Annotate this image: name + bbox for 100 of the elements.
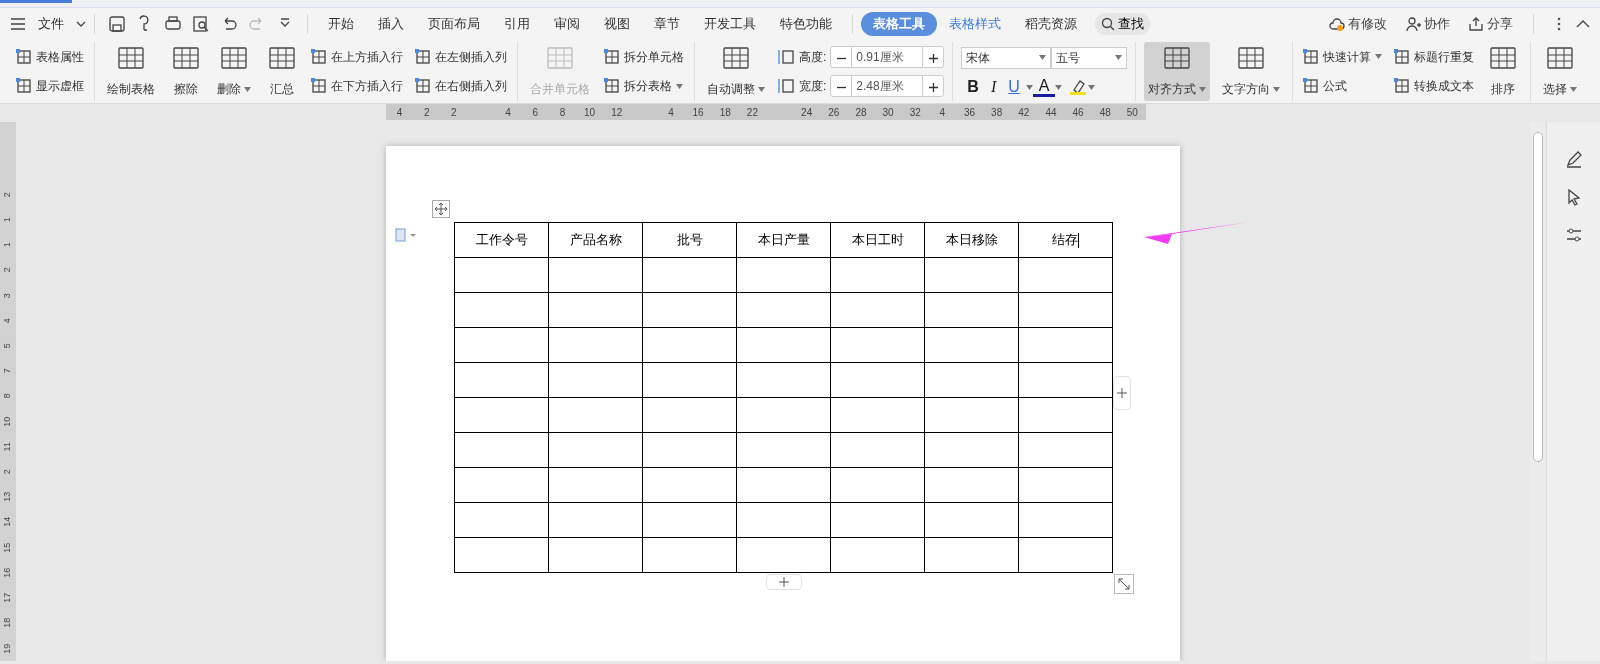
increase-button[interactable] [922,45,945,68]
share-icon [1468,16,1484,32]
resize-icon [777,77,795,96]
menu-tab[interactable]: 特色功能 [768,12,844,36]
ribbon-button[interactable]: 公式 [1301,76,1385,97]
plus-icon [1117,388,1127,398]
highlighter-icon[interactable] [1068,78,1089,96]
print-icon[interactable] [164,15,182,33]
ribbon-button[interactable]: 显示虚框 [14,76,86,97]
move-handle-icon[interactable] [432,200,450,218]
ribbon-button[interactable]: 转换成文本 [1392,76,1477,97]
person-icon [1405,16,1421,32]
table-header-cell: 本日移除 [924,222,1019,258]
table-icon [1303,78,1320,95]
ribbon-button[interactable]: 自动调整 [703,42,769,101]
table-icon [415,48,431,65]
ribbon-button[interactable]: 拆分表格 [602,76,686,97]
font-dropdown[interactable]: 宋体 [961,46,1052,69]
ribbon-button[interactable]: 快速计算 [1301,46,1385,67]
print-preview-icon[interactable] [192,15,210,33]
table-icon [1303,48,1320,65]
table-header-cell: 本日工时 [830,222,925,258]
table-icon [16,48,32,65]
caret-icon [1025,84,1033,90]
menu-tab[interactable]: 章节 [642,12,692,36]
increase-button[interactable] [922,75,945,98]
table-icon [604,48,620,65]
resize-icon [777,47,795,66]
caret-icon [676,83,683,89]
save-icon[interactable] [108,15,126,33]
table-header-cell: 批号 [642,222,737,258]
caret-icon [1039,55,1047,60]
caret-icon [1375,54,1383,60]
menu-tab[interactable]: 视图 [592,12,642,36]
table-header-cell: 产品名称 [548,222,643,258]
number-input[interactable]: 2.48厘米 [852,75,923,98]
ribbon-button[interactable]: 表格属性 [14,46,86,67]
caret-icon [1088,84,1096,90]
number-input[interactable]: 0.91厘米 [852,45,923,68]
resize-handle-icon[interactable] [1114,574,1134,594]
ribbon-button[interactable]: 删除 [213,42,255,101]
ribbon-button[interactable]: 标题行重复 [1392,46,1477,67]
field-label: 高度: [799,48,827,66]
scrollbar[interactable] [1530,122,1546,661]
menu-tab[interactable]: 引用 [492,12,542,36]
ribbon-button[interactable]: 擦除 [167,42,205,101]
ribbon-button[interactable]: 排序 [1484,42,1523,101]
status-button[interactable]: 有修改 [1323,13,1393,35]
table-header-cell: 工作令号 [454,222,549,258]
table-icon [16,78,32,95]
horizontal-ruler: 4 2 2 4 6 8 10 12 4 16 18 22 24 26 28 30 32 4 36 38 42 44 46 48 50 [386,104,1146,120]
italic-button[interactable]: I [984,79,1003,95]
ribbon-button[interactable]: 在上方插入行 [309,46,405,67]
ribbon-button[interactable]: 拆分单元格 [602,46,686,67]
field-label: 宽度: [799,78,827,96]
table-icon [604,78,620,95]
menu-tab[interactable]: 开始 [316,12,366,36]
collapse-icon[interactable] [1576,19,1590,29]
menu-tab[interactable]: 表格样式 [937,12,1013,36]
caret-icon [758,86,765,92]
menu-tab[interactable]: 审阅 [542,12,592,36]
ribbon-button[interactable]: 绘制表格 [103,42,159,101]
ribbon-button[interactable]: 在右侧插入列 [413,76,509,97]
pen-icon[interactable] [1564,150,1583,168]
search-icon [1101,17,1115,31]
menu-tab[interactable]: 页面布局 [416,12,492,36]
file-menu[interactable]: 文件 [26,12,76,36]
menu-tab[interactable]: 稻壳资源 [1013,12,1089,36]
caret-icon [1055,84,1063,90]
menu-tab[interactable]: 插入 [366,12,416,36]
plus-icon [928,53,938,63]
cloud-icon [1329,16,1345,32]
table-icon [311,78,327,95]
vertical-ruler: 2 1 1 2 3 4 5 7 8 10 11 2 13 14 15 16 17 18 19 [0,122,16,661]
search-button[interactable]: 查找 [1095,13,1150,35]
ribbon-button[interactable]: 选择 [1539,42,1582,101]
table-icon [1394,78,1411,95]
ribbon-button[interactable]: 文字方向 [1218,42,1285,101]
underline-button[interactable]: U [1002,79,1026,95]
ribbon-button[interactable]: 汇总 [263,42,301,101]
chevron-down-icon[interactable] [76,20,86,28]
ribbon-button[interactable]: 在下方插入行 [309,76,405,97]
caret-icon [1199,86,1207,92]
more-options-icon[interactable] [1556,16,1562,32]
font-color-button[interactable]: A [1032,77,1056,97]
plus-icon [779,577,789,587]
bold-button[interactable]: B [961,79,985,95]
plus-icon [928,83,938,93]
menu-icon[interactable] [10,17,26,31]
share-button[interactable]: 分享 [1462,13,1519,35]
ribbon-button[interactable]: 在左侧插入列 [413,46,509,67]
collaborate-button[interactable]: 协作 [1399,13,1456,35]
sliders-icon[interactable] [1564,226,1583,244]
menu-tab[interactable]: 开发工具 [692,12,768,36]
caret-icon [244,86,251,92]
ribbon-button[interactable]: 对齐方式 [1144,42,1211,101]
table-icon [415,78,431,95]
table-icon [311,48,327,65]
font-size-dropdown[interactable]: 五号 [1051,46,1128,69]
caret-icon [1273,86,1281,92]
